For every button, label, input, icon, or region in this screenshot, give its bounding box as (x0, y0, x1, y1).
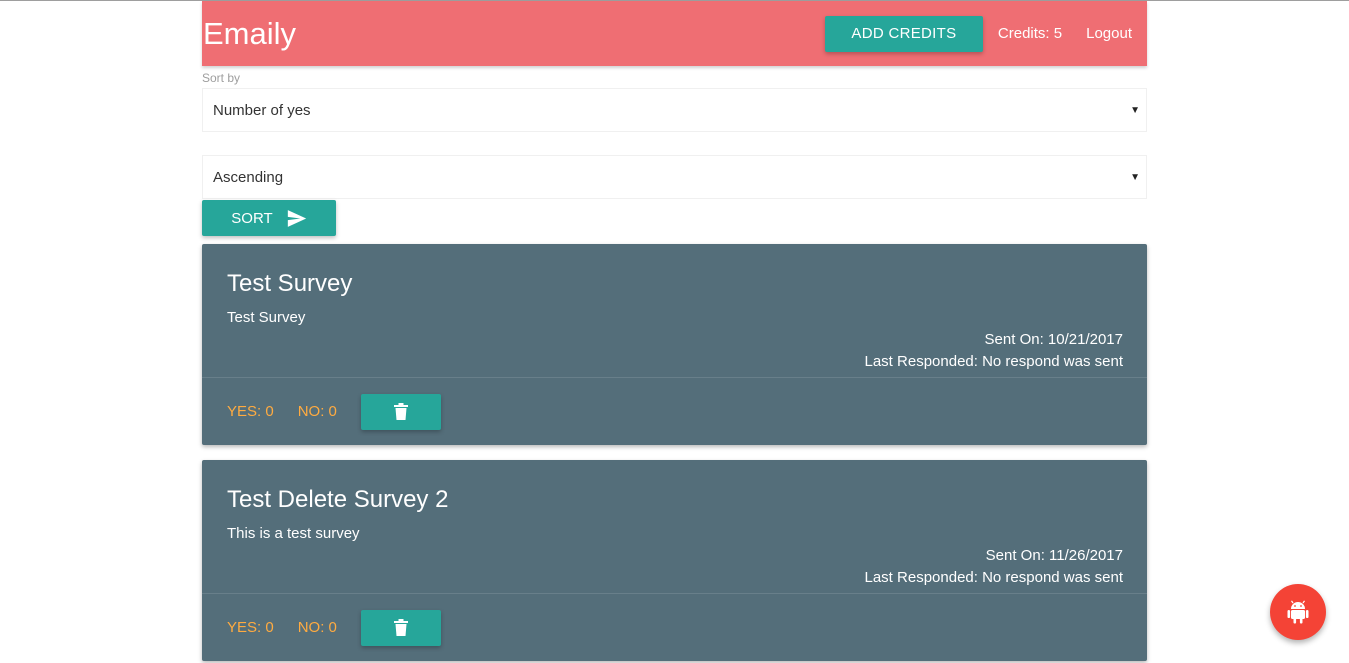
card-action: YES: 0 NO: 0 (202, 593, 1147, 661)
android-icon (1287, 600, 1309, 624)
no-count[interactable]: NO: 0 (298, 403, 337, 420)
add-credits-button[interactable]: ADD CREDITS (824, 15, 983, 52)
survey-body: This is a test survey (227, 525, 360, 542)
survey-meta: Sent On: 11/26/2017 Last Responded: No r… (865, 545, 1124, 589)
trash-icon (393, 619, 408, 636)
no-count[interactable]: NO: 0 (298, 619, 337, 636)
credits-count: Credits: 5 (997, 25, 1063, 42)
yes-count[interactable]: YES: 0 (227, 619, 274, 636)
sort-field-value: Number of yes (213, 101, 311, 119)
send-icon (287, 209, 306, 227)
trash-icon (393, 403, 408, 420)
survey-title: Test Survey (227, 270, 353, 297)
sent-on-date: Sent On: 11/26/2017 (985, 547, 1123, 564)
survey-meta: Sent On: 10/21/2017 Last Responded: No r… (865, 329, 1124, 373)
sort-by-label: Sort by (202, 71, 241, 85)
caret-down-icon: ▼ (1130, 104, 1140, 116)
card-content: Test Survey Test Survey Sent On: 10/21/2… (202, 244, 1147, 377)
delete-survey-button[interactable] (360, 393, 441, 430)
card-action: YES: 0 NO: 0 (202, 377, 1147, 445)
sort-button[interactable]: SORT (202, 200, 336, 236)
brand-logo[interactable]: Emaily (202, 16, 296, 52)
sort-order-value: Ascending (213, 168, 284, 186)
floating-action-button[interactable] (1270, 584, 1326, 640)
last-responded: Last Responded: No respond was sent (864, 569, 1124, 586)
navbar: Emaily ADD CREDITS Credits: 5 Logout (202, 1, 1147, 66)
survey-body: Test Survey (227, 309, 306, 326)
survey-title: Test Delete Survey 2 (227, 486, 449, 513)
logout-link[interactable]: Logout (1067, 25, 1147, 42)
last-responded: Last Responded: No respond was sent (864, 353, 1124, 370)
delete-survey-button[interactable] (360, 609, 441, 646)
survey-card: Test Survey Test Survey Sent On: 10/21/2… (202, 244, 1147, 445)
caret-down-icon: ▼ (1130, 171, 1140, 183)
page-container: Emaily ADD CREDITS Credits: 5 Logout Sor… (202, 1, 1147, 661)
sort-field-select[interactable]: Number of yes ▼ (202, 88, 1147, 132)
yes-count[interactable]: YES: 0 (227, 403, 274, 420)
card-content: Test Delete Survey 2 This is a test surv… (202, 460, 1147, 593)
sort-button-label: SORT (231, 209, 273, 227)
survey-card: Test Delete Survey 2 This is a test surv… (202, 460, 1147, 661)
sort-order-select[interactable]: Ascending ▼ (202, 155, 1147, 199)
sent-on-date: Sent On: 10/21/2017 (984, 331, 1123, 348)
nav-right: ADD CREDITS Credits: 5 Logout (824, 1, 1147, 66)
